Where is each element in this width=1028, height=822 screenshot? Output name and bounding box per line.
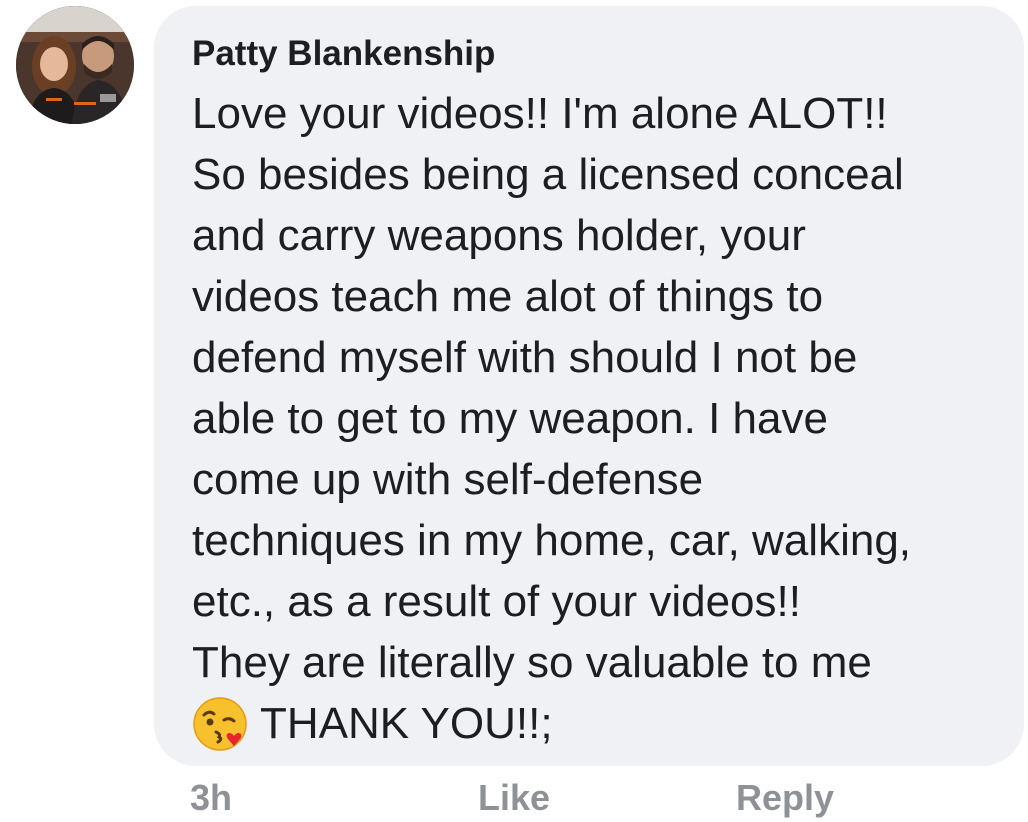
comment-line-last: THANK YOU!!; bbox=[192, 693, 1004, 754]
avatar[interactable] bbox=[16, 6, 134, 124]
comment-line: videos teach me alot of things to bbox=[192, 272, 824, 321]
avatar-photo bbox=[16, 6, 134, 124]
timestamp[interactable]: 3h bbox=[190, 778, 232, 818]
thank-you-text: THANK YOU!!; bbox=[260, 699, 553, 748]
comment-line: Love your videos!! I'm alone ALOT!! bbox=[192, 89, 888, 138]
comment-line: techniques in my home, car, walking, bbox=[192, 516, 912, 565]
comment-actions: 3h Like Reply bbox=[0, 770, 1028, 822]
comment-body: Love your videos!! I'm alone ALOT!! So b… bbox=[192, 83, 1004, 754]
author-name[interactable]: Patty Blankenship bbox=[192, 32, 495, 76]
comment-line: etc., as a result of your videos!! bbox=[192, 577, 801, 626]
face-blowing-a-kiss-icon bbox=[192, 696, 248, 752]
comment-line: They are literally so valuable to me bbox=[192, 638, 872, 687]
comment-line: defend myself with should I not be bbox=[192, 333, 858, 382]
comment-line: and carry weapons holder, your bbox=[192, 211, 806, 260]
comment-bubble: Patty Blankenship Love your videos!! I'm… bbox=[154, 6, 1024, 766]
comment: Patty Blankenship Love your videos!! I'm… bbox=[0, 0, 1028, 822]
reply-button[interactable]: Reply bbox=[736, 778, 834, 818]
like-button[interactable]: Like bbox=[478, 778, 550, 818]
comment-line: able to get to my weapon. I have bbox=[192, 394, 828, 443]
comment-line: come up with self-defense bbox=[192, 455, 704, 504]
comment-line: So besides being a licensed conceal bbox=[192, 150, 904, 199]
